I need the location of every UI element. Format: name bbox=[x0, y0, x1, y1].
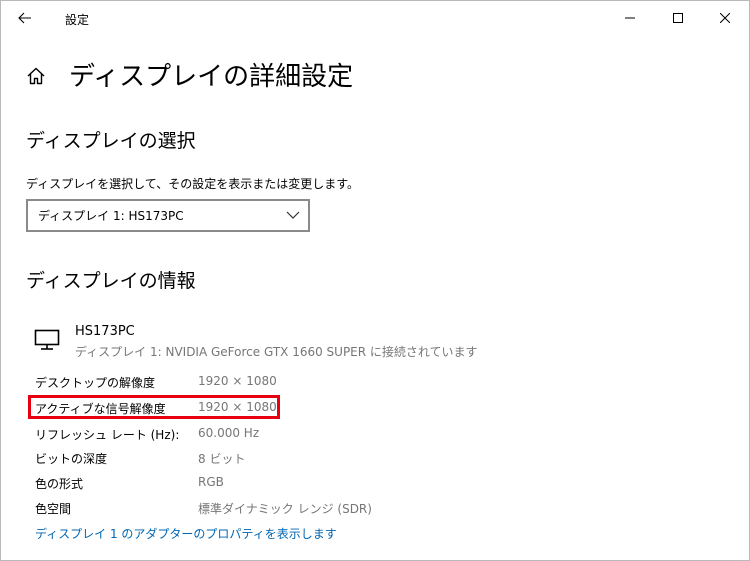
info-label: 色の形式 bbox=[35, 477, 84, 491]
info-label: デスクトップの解像度 bbox=[35, 376, 156, 390]
info-value: 標準ダイナミック レンジ (SDR) bbox=[198, 502, 372, 516]
maximize-button[interactable] bbox=[663, 5, 693, 31]
info-value: 60.000 Hz bbox=[198, 426, 260, 440]
minimize-button[interactable] bbox=[615, 5, 645, 31]
info-row-color-space: 色空間 標準ダイナミック レンジ (SDR) bbox=[1, 497, 749, 519]
info-label: ビットの深度 bbox=[35, 452, 108, 466]
highlight-box bbox=[28, 395, 280, 419]
info-row-desktop-resolution: デスクトップの解像度 1920 × 1080 bbox=[1, 371, 749, 393]
maximize-icon bbox=[673, 13, 683, 23]
minimize-icon bbox=[625, 17, 635, 19]
info-label: 色空間 bbox=[35, 502, 72, 516]
info-value: 8 ビット bbox=[198, 452, 246, 466]
display-dropdown[interactable]: ディスプレイ 1: HS173PC bbox=[26, 199, 310, 232]
close-icon bbox=[720, 13, 730, 23]
chevron-down-icon bbox=[286, 211, 300, 219]
info-value: 1920 × 1080 bbox=[198, 374, 277, 388]
info-label: リフレッシュ レート (Hz): bbox=[35, 428, 180, 442]
page-title: ディスプレイの詳細設定 bbox=[69, 62, 354, 92]
info-row-bit-depth: ビットの深度 8 ビット bbox=[1, 447, 749, 469]
display-info-heading: ディスプレイの情報 bbox=[26, 270, 196, 292]
settings-window: 設定 ディスプレイの詳細設定 ディスプレイの選択 ディスプレイを選択して、その設… bbox=[0, 0, 750, 561]
window-title: 設定 bbox=[65, 13, 90, 27]
monitor-name: HS173PC bbox=[75, 324, 135, 339]
monitor-connection: ディスプレイ 1: NVIDIA GeForce GTX 1660 SUPER … bbox=[75, 345, 478, 359]
monitor-icon bbox=[34, 329, 60, 350]
close-button[interactable] bbox=[710, 5, 740, 31]
display-dropdown-value: ディスプレイ 1: HS173PC bbox=[38, 209, 184, 223]
display-select-heading: ディスプレイの選択 bbox=[26, 130, 196, 152]
title-bar: 設定 bbox=[1, 1, 749, 35]
display-select-description: ディスプレイを選択して、その設定を表示または変更します。 bbox=[26, 177, 360, 191]
info-value: RGB bbox=[198, 475, 224, 489]
adapter-properties-link[interactable]: ディスプレイ 1 のアダプターのプロパティを表示します bbox=[35, 525, 337, 542]
info-row-color-format: 色の形式 RGB bbox=[1, 472, 749, 494]
back-arrow-icon bbox=[18, 12, 31, 24]
info-row-refresh-rate: リフレッシュ レート (Hz): 60.000 Hz bbox=[1, 423, 749, 445]
back-button[interactable] bbox=[13, 7, 37, 29]
home-icon[interactable] bbox=[25, 65, 47, 87]
